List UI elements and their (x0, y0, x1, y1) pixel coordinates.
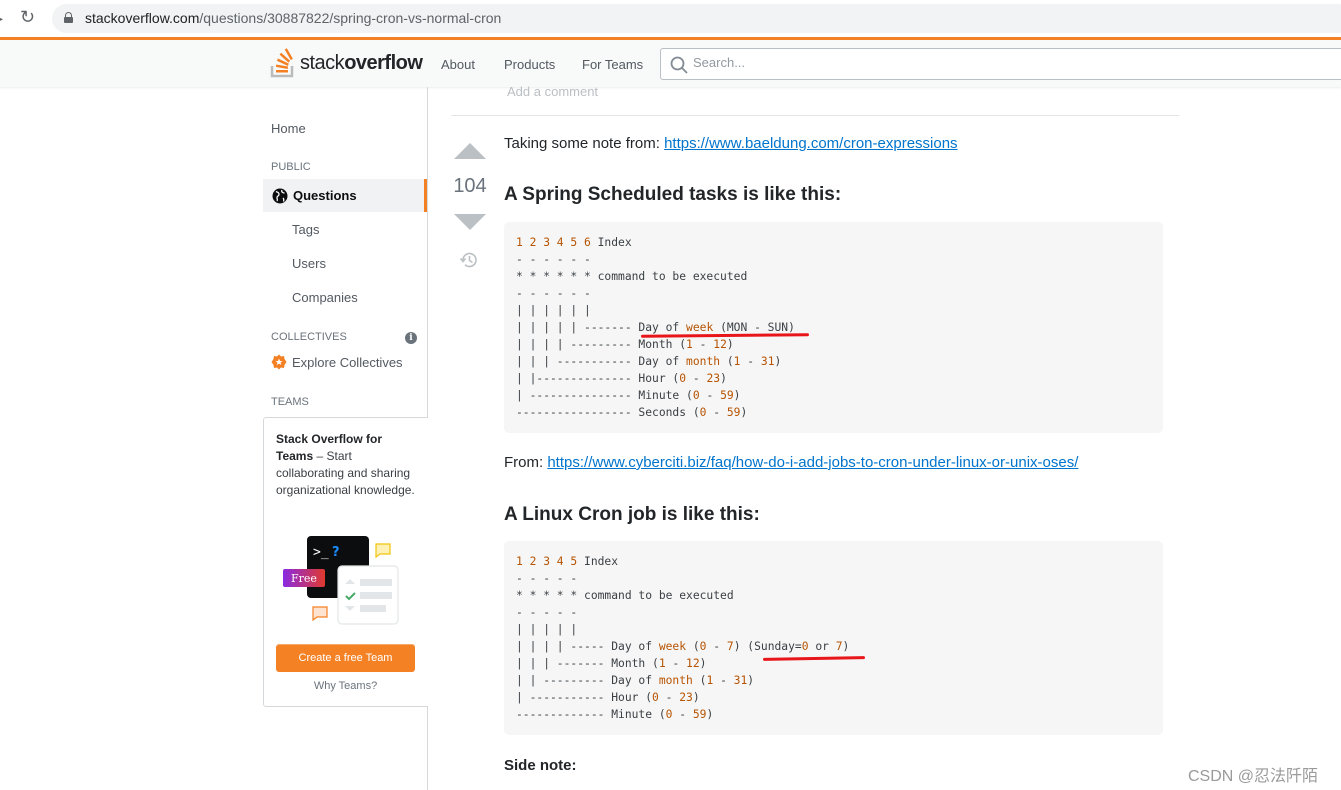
sidebar-item-questions[interactable]: Questions (263, 179, 427, 212)
stack-logo-icon (270, 48, 294, 78)
code-line: ----------------- Seconds (0 - 59) (516, 406, 748, 419)
url-text: stackoverflow.com/questions/30887822/spr… (85, 10, 502, 26)
create-free-team-button[interactable]: Create a free Team (276, 644, 415, 672)
spring-code: 1 2 3 4 5 6 Index - - - - - - * * * * * * … (516, 234, 1151, 421)
reload-icon[interactable]: ↻ (20, 7, 35, 28)
sidebar-heading-teams: TEAMS (271, 396, 309, 408)
nav-about[interactable]: About (441, 57, 475, 72)
code-line: | | | | | | (516, 304, 591, 317)
divider (451, 115, 1179, 116)
browser-toolbar: ▸ ↻ stackoverflow.com/questions/30887822… (0, 0, 1341, 37)
info-icon[interactable]: i (405, 332, 417, 344)
teams-illustration: >_ ? Free (283, 536, 399, 625)
forward-icon[interactable]: ▸ (0, 10, 3, 27)
svg-text:>_: >_ (313, 545, 329, 560)
teams-promo-card: Stack Overflow for Teams – Start collabo… (263, 417, 428, 707)
code-line: 1 2 3 4 5 Index (516, 555, 619, 568)
code-line: ------------- Minute (0 - 59) (516, 708, 714, 721)
code-line: | ----------- Hour (0 - 23) (516, 691, 700, 704)
nav-products[interactable]: Products (504, 57, 555, 72)
linux-code: 1 2 3 4 5 Index - - - - - * * * * * comman… (516, 553, 1151, 723)
why-teams-link[interactable]: Why Teams? (264, 680, 427, 692)
svg-text:?: ? (332, 545, 340, 560)
linux-heading: A Linux Cron job is like this: (504, 504, 760, 525)
left-sidebar: Home PUBLIC Questions Tags Users Compani… (262, 87, 428, 790)
sidebar-item-explore-collectives[interactable]: Explore Collectives (292, 355, 403, 370)
search-input[interactable] (693, 55, 1293, 70)
csdn-watermark: CSDN @忍法阡陌 (1188, 768, 1319, 785)
cyberciti-link[interactable]: https://www.cyberciti.biz/faq/how-do-i-a… (547, 454, 1078, 471)
code-line: | |-------------- Hour (0 - 23) (516, 372, 727, 385)
code-line: | | --------- Day of month (1 - 31) (516, 674, 755, 687)
spring-code-block: 1 2 3 4 5 6 Index - - - - - - * * * * * * … (504, 222, 1163, 433)
code-line: * * * * * * command to be executed (516, 270, 748, 283)
code-line: | | | | | ------- Day of week (MON - SUN… (516, 321, 795, 334)
linux-code-block: 1 2 3 4 5 Index - - - - - * * * * * comman… (504, 541, 1163, 735)
upvote-button[interactable] (454, 143, 486, 159)
teams-promo-text: Stack Overflow for Teams – Start collabo… (276, 432, 415, 497)
code-line: * * * * * command to be executed (516, 589, 734, 602)
sidebar-heading-public: PUBLIC (271, 161, 311, 173)
code-line: - - - - - - (516, 287, 591, 300)
lock-icon (64, 12, 73, 23)
code-line: 1 2 3 4 5 6 Index (516, 236, 632, 249)
free-badge: Free (291, 572, 317, 585)
code-line: | --------------- Minute (0 - 59) (516, 389, 741, 402)
search-box[interactable] (660, 48, 1341, 80)
site-header: stackoverflow About Products For Teams (0, 37, 1341, 87)
code-line: - - - - - (516, 572, 578, 585)
sidebar-item-users[interactable]: Users (292, 256, 326, 271)
baeldung-link[interactable]: https://www.baeldung.com/cron-expression… (664, 135, 957, 152)
code-line: | | | ----------- Day of month (1 - 31) (516, 355, 782, 368)
code-line: | | | | ----- Day of week (0 - 7) (Sunda… (516, 640, 850, 653)
sidebar-item-home[interactable]: Home (271, 121, 306, 136)
history-icon[interactable] (459, 250, 479, 270)
from-paragraph: From: https://www.cyberciti.biz/faq/how-… (504, 454, 1079, 471)
search-icon (670, 56, 688, 74)
add-comment-link[interactable]: Add a comment (507, 84, 598, 99)
spring-heading: A Spring Scheduled tasks is like this: (504, 184, 842, 205)
sidebar-item-tags[interactable]: Tags (292, 222, 319, 237)
stackoverflow-logo[interactable]: stackoverflow (270, 48, 423, 78)
sidebar-heading-collectives: COLLECTIVES (271, 331, 347, 343)
code-line: - - - - - (516, 606, 578, 619)
main-content: Add a comment 104 Taking some note from:… (428, 84, 1341, 790)
address-bar[interactable]: stackoverflow.com/questions/30887822/spr… (52, 4, 1341, 33)
code-line: | | | | --------- Month (1 - 12) (516, 338, 734, 351)
code-line: - - - - - - (516, 253, 591, 266)
sidebar-item-companies[interactable]: Companies (292, 290, 358, 305)
side-note-heading: Side note: (504, 757, 577, 774)
collectives-icon (271, 354, 287, 370)
globe-icon (272, 188, 288, 204)
downvote-button[interactable] (454, 214, 486, 230)
vote-count: 104 (453, 175, 487, 197)
intro-paragraph: Taking some note from: https://www.baeld… (504, 135, 958, 152)
nav-for-teams[interactable]: For Teams (582, 57, 643, 72)
code-line: | | | | | (516, 623, 578, 636)
